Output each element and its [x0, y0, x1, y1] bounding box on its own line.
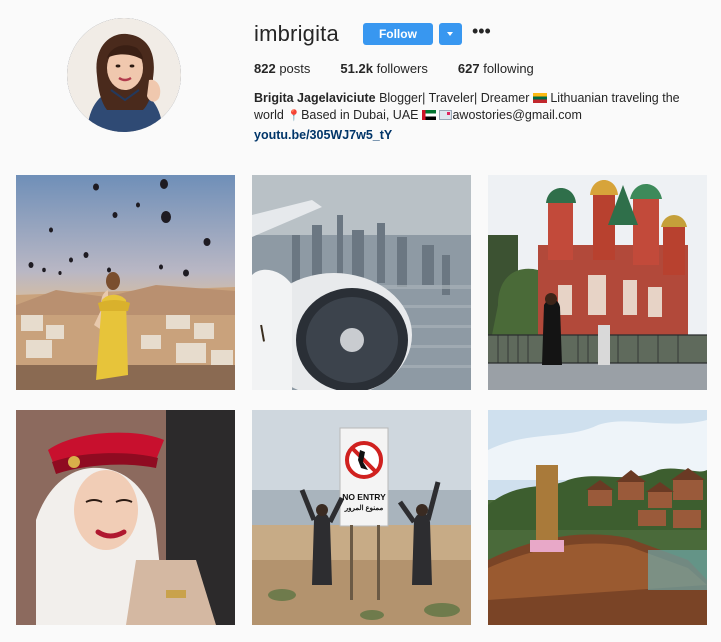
- avatar[interactable]: [67, 18, 181, 132]
- bio-link[interactable]: youtu.be/305WJ7w5_tY: [254, 127, 694, 144]
- posts-label: posts: [279, 61, 311, 76]
- profile-info: imbrigita Follow ••• 822 posts 51.2k fol…: [254, 20, 704, 144]
- posts-count: 822 posts: [254, 61, 310, 76]
- full-name: Brigita Jagelaviciute: [254, 91, 376, 105]
- post-image: [16, 410, 235, 625]
- suggestions-dropdown-button[interactable]: [438, 23, 462, 45]
- uae-flag-icon: [421, 110, 436, 120]
- followers-value: 51.2k: [340, 61, 373, 76]
- ellipsis-icon[interactable]: •••: [472, 22, 491, 43]
- following-label: following: [483, 61, 534, 76]
- follow-button[interactable]: Follow: [362, 23, 433, 45]
- followers-label: followers: [376, 61, 428, 76]
- envelope-icon: [439, 110, 453, 120]
- bio-text-1: Blogger| Traveler| Dreamer: [379, 91, 530, 105]
- bio-text-3: Based in Dubai, UAE: [301, 108, 419, 122]
- following-value: 627: [457, 61, 480, 76]
- profile-header: imbrigita Follow ••• 822 posts 51.2k fol…: [0, 0, 721, 160]
- sign-text-ar: ممنوع المرور: [344, 505, 384, 512]
- sign-text: NO ENTRY ممنوع المرور: [340, 492, 388, 514]
- post-thumbnail-balloons[interactable]: [16, 175, 235, 390]
- following-count[interactable]: 627 following: [458, 61, 534, 76]
- post-image: [252, 410, 471, 625]
- bio: Brigita Jagelaviciute Blogger| Traveler|…: [254, 90, 694, 144]
- sign-text-en: NO ENTRY: [342, 492, 386, 502]
- post-image: [16, 175, 235, 390]
- profile-stats: 822 posts 51.2k followers 627 following: [254, 61, 704, 76]
- username: imbrigita: [254, 21, 339, 46]
- avatar-photo: [67, 18, 181, 132]
- post-thumbnail-no-entry[interactable]: NO ENTRY ممنوع المرور: [252, 410, 471, 625]
- post-thumbnail-cathedral[interactable]: [488, 175, 707, 390]
- post-image: [488, 410, 707, 625]
- bio-email: awostories@gmail.com: [452, 108, 582, 122]
- followers-count[interactable]: 51.2k followers: [340, 61, 427, 76]
- lithuania-flag-icon: [532, 93, 547, 103]
- posts-value: 822: [254, 61, 276, 76]
- pin-icon: 📍: [287, 110, 302, 122]
- chevron-down-icon: [447, 32, 454, 36]
- post-thumbnail-flight-attendant[interactable]: [16, 410, 235, 625]
- post-image: ﺍ: [252, 175, 471, 390]
- post-image: [488, 175, 707, 390]
- post-thumbnail-airplane[interactable]: ﺍ: [252, 175, 471, 390]
- post-thumbnail-boat[interactable]: [488, 410, 707, 625]
